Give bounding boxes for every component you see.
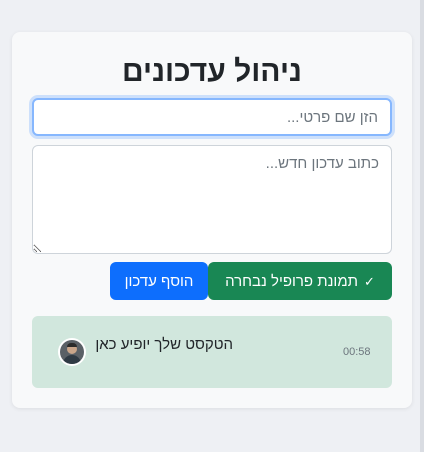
profile-picture-button[interactable]: ✓ תמונת פרופיל נבחרה <box>208 262 392 300</box>
profile-picture-button-label: תמונת פרופיל נבחרה <box>225 272 358 290</box>
check-icon: ✓ <box>364 273 375 289</box>
page-title: ניהול עדכונים <box>122 55 302 88</box>
update-textarea[interactable] <box>32 145 392 254</box>
avatar-photo <box>60 340 84 364</box>
add-update-button[interactable]: הוסף עדכון <box>110 262 208 300</box>
avatar <box>58 338 86 366</box>
update-text: הטקסט שלך יופיע כאן <box>95 336 233 353</box>
add-update-button-label: הוסף עדכון <box>124 272 194 290</box>
name-input[interactable] <box>32 98 392 136</box>
update-timestamp: 00:58 <box>343 346 371 358</box>
